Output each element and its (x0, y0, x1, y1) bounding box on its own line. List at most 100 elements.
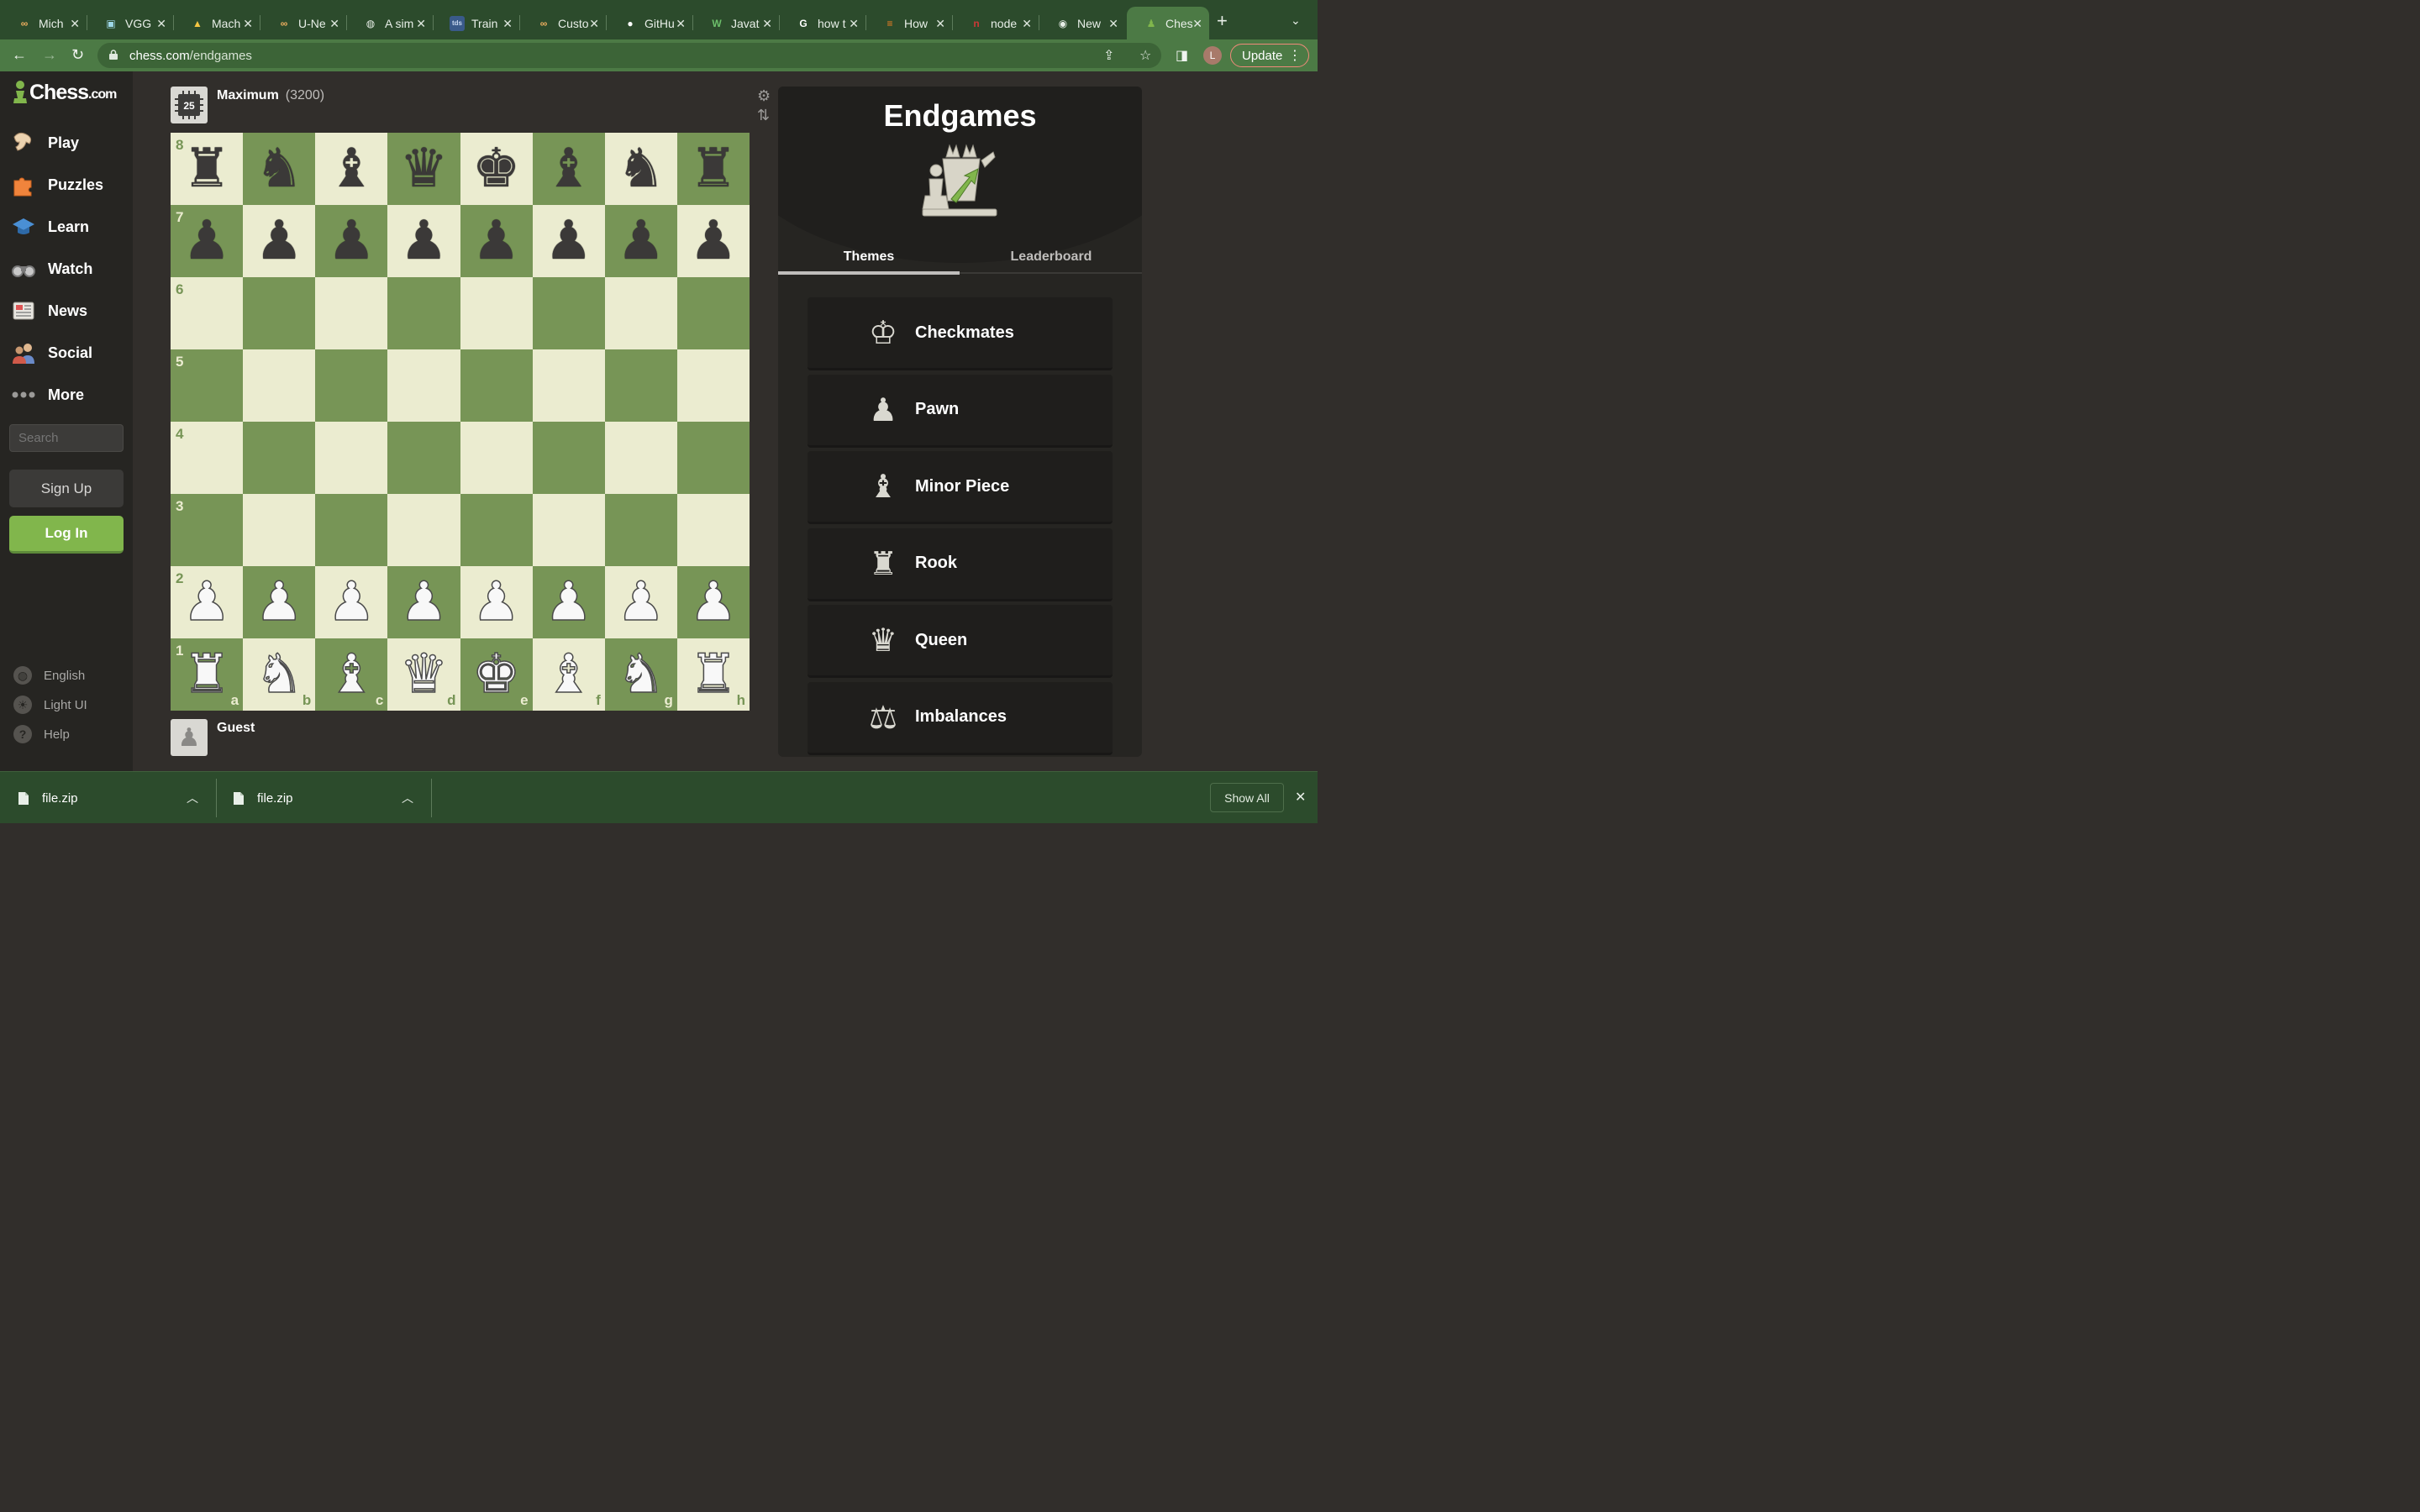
white-rook[interactable]: ♜ (677, 638, 750, 711)
settings-gear-icon[interactable]: ⚙ (757, 87, 771, 105)
bookmark-star-icon[interactable]: ☆ (1139, 47, 1151, 64)
log-in-button[interactable]: Log In (9, 516, 124, 554)
square-h5[interactable] (676, 349, 750, 422)
square-b6[interactable] (243, 277, 316, 349)
square-a8[interactable]: 8 ♜ (171, 133, 244, 205)
sidebar-item-play[interactable]: Play (10, 126, 79, 160)
square-c5[interactable] (315, 349, 388, 422)
square-g3[interactable] (604, 494, 677, 566)
tab-close-icon[interactable]: ✕ (502, 17, 513, 31)
white-pawn[interactable]: ♟ (387, 566, 460, 638)
sidebar-item-learn[interactable]: Learn (10, 210, 89, 244)
square-d7[interactable]: ♟ (387, 205, 460, 277)
back-arrow-icon[interactable]: ← (12, 46, 27, 64)
square-e7[interactable]: ♟ (460, 205, 533, 277)
white-pawn[interactable]: ♟ (677, 566, 750, 638)
square-e5[interactable] (460, 349, 533, 422)
tab-close-icon[interactable]: ✕ (156, 17, 166, 31)
download-item[interactable]: file.zip ︿ (234, 772, 423, 824)
close-download-bar-icon[interactable]: ✕ (1295, 789, 1306, 806)
kebab-menu-icon[interactable]: ⋮ (1288, 47, 1302, 64)
address-bar[interactable]: chess.com/endgames ⇪ ☆ (97, 43, 1161, 68)
sidebar-item-news[interactable]: News (10, 294, 87, 328)
chevron-up-icon[interactable]: ︿ (187, 790, 198, 806)
white-bishop[interactable]: ♝ (315, 638, 387, 711)
square-d6[interactable] (387, 277, 460, 349)
browser-tab[interactable]: ∞ Custo ✕ (519, 7, 606, 39)
square-b2[interactable]: ♟ (243, 566, 316, 638)
square-f1[interactable]: f ♝ (532, 638, 605, 711)
tab-close-icon[interactable]: ✕ (589, 17, 599, 31)
square-a3[interactable]: 3 (171, 494, 244, 566)
tab-close-icon[interactable]: ✕ (1022, 17, 1032, 31)
square-d2[interactable]: ♟ (387, 566, 460, 638)
tab-close-icon[interactable]: ✕ (676, 17, 686, 31)
square-c8[interactable]: ♝ (315, 133, 388, 205)
chesscom-logo[interactable]: Chess .com (12, 80, 117, 105)
square-g5[interactable] (604, 349, 677, 422)
square-a6[interactable]: 6 (171, 277, 244, 349)
black-pawn[interactable]: ♟ (677, 205, 750, 277)
black-pawn[interactable]: ♟ (315, 205, 387, 277)
profile-avatar[interactable]: L (1203, 46, 1222, 65)
square-e8[interactable]: ♚ (460, 133, 533, 205)
browser-tab[interactable]: ▲ Mach ✕ (173, 7, 260, 39)
browser-tab[interactable]: ♟ Ches ✕ (1127, 7, 1209, 39)
reload-icon[interactable]: ↻ (71, 46, 84, 64)
sidebar-item-watch[interactable]: Watch (10, 252, 92, 286)
square-b4[interactable] (243, 422, 316, 494)
black-knight[interactable]: ♞ (243, 133, 315, 205)
square-c3[interactable] (315, 494, 388, 566)
square-d5[interactable] (387, 349, 460, 422)
square-c4[interactable] (315, 422, 388, 494)
white-knight[interactable]: ♞ (243, 638, 315, 711)
square-e1[interactable]: e ♚ (460, 638, 533, 711)
square-h2[interactable]: ♟ (676, 566, 750, 638)
square-d4[interactable] (387, 422, 460, 494)
share-icon[interactable]: ⇪ (1103, 47, 1114, 64)
white-pawn[interactable]: ♟ (243, 566, 315, 638)
square-h8[interactable]: ♜ (676, 133, 750, 205)
black-queen[interactable]: ♛ (387, 133, 460, 205)
black-pawn[interactable]: ♟ (171, 205, 243, 277)
theme-minor-piece[interactable]: ♝ Minor Piece (808, 451, 1113, 524)
chevron-up-icon[interactable]: ︿ (402, 790, 413, 806)
black-bishop[interactable]: ♝ (315, 133, 387, 205)
black-rook[interactable]: ♜ (171, 133, 243, 205)
square-h7[interactable]: ♟ (676, 205, 750, 277)
black-pawn[interactable]: ♟ (387, 205, 460, 277)
forward-arrow-icon[interactable]: → (42, 46, 57, 64)
square-h3[interactable] (676, 494, 750, 566)
sign-up-button[interactable]: Sign Up (9, 470, 124, 507)
browser-tab[interactable]: ◍ A sim ✕ (346, 7, 433, 39)
square-b3[interactable] (243, 494, 316, 566)
square-g8[interactable]: ♞ (604, 133, 677, 205)
square-f2[interactable]: ♟ (532, 566, 605, 638)
square-f3[interactable] (532, 494, 605, 566)
white-knight[interactable]: ♞ (605, 638, 677, 711)
square-e4[interactable] (460, 422, 533, 494)
square-a1[interactable]: 1 a ♜ (171, 638, 244, 711)
square-f4[interactable] (532, 422, 605, 494)
tab-close-icon[interactable]: ✕ (70, 17, 80, 31)
square-f5[interactable] (532, 349, 605, 422)
square-g1[interactable]: g ♞ (604, 638, 677, 711)
white-pawn[interactable]: ♟ (315, 566, 387, 638)
black-bishop[interactable]: ♝ (533, 133, 605, 205)
white-rook[interactable]: ♜ (171, 638, 243, 711)
new-tab-button[interactable]: + (1217, 10, 1228, 32)
square-g7[interactable]: ♟ (604, 205, 677, 277)
square-a2[interactable]: 2 ♟ (171, 566, 244, 638)
side-panel-icon[interactable]: ◨ (1176, 47, 1188, 64)
square-h4[interactable] (676, 422, 750, 494)
black-pawn[interactable]: ♟ (533, 205, 605, 277)
square-g2[interactable]: ♟ (604, 566, 677, 638)
square-c6[interactable] (315, 277, 388, 349)
square-d8[interactable]: ♛ (387, 133, 460, 205)
black-rook[interactable]: ♜ (677, 133, 750, 205)
tab-search-chevron-icon[interactable]: ⌄ (1291, 13, 1301, 28)
black-pawn[interactable]: ♟ (460, 205, 533, 277)
white-queen[interactable]: ♛ (387, 638, 460, 711)
black-pawn[interactable]: ♟ (243, 205, 315, 277)
tab-close-icon[interactable]: ✕ (1192, 17, 1202, 31)
